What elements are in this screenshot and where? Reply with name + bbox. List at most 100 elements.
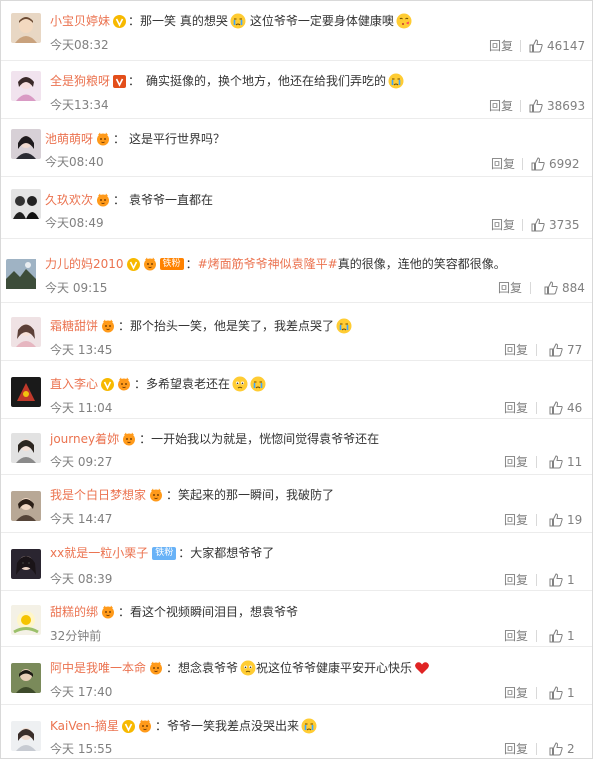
like-count: 77	[567, 343, 583, 357]
reply-button[interactable]: 回复	[504, 455, 528, 469]
comment-item: 久玖欢次 ： 袁爷爷一直都在 今天08:49 回复 3735	[1, 177, 592, 239]
like-button[interactable]: 1	[549, 573, 575, 587]
comment-time: 今天 08:39	[50, 572, 113, 586]
reply-button[interactable]: 回复	[504, 513, 528, 527]
like-button[interactable]: 884	[544, 281, 585, 295]
reply-button[interactable]: 回复	[504, 401, 528, 415]
reply-button[interactable]: 回复	[491, 218, 515, 232]
reply-button[interactable]: 回复	[504, 573, 528, 587]
reply-button[interactable]: 回复	[504, 742, 528, 756]
comment-time: 今天08:32	[50, 38, 109, 52]
avatar[interactable]	[11, 549, 41, 579]
thumbs-up-icon	[549, 513, 563, 527]
fan-level-badge-icon	[137, 719, 153, 733]
avatar[interactable]	[11, 129, 41, 159]
divider	[536, 456, 537, 468]
like-count: 19	[567, 513, 583, 527]
like-count: 2	[567, 742, 575, 756]
like-button[interactable]: 3735	[531, 218, 580, 232]
comment-time: 今天 17:40	[50, 685, 113, 699]
comment-text: 真的很像，连他的笑容都很像。	[337, 257, 506, 271]
avatar[interactable]	[11, 377, 41, 407]
crying-emoji-icon	[301, 718, 317, 734]
reply-button[interactable]: 回复	[504, 629, 528, 643]
like-count: 1	[567, 573, 575, 587]
like-button[interactable]: 19	[549, 513, 582, 527]
crying-emoji-icon	[230, 13, 246, 29]
username-link[interactable]: 甜糕的绑	[50, 604, 98, 620]
username-link[interactable]: 阿中是我唯一本命	[50, 660, 146, 676]
fan-level-badge-icon	[142, 257, 158, 271]
like-button[interactable]: 46	[549, 401, 582, 415]
username-link[interactable]: 力儿的妈2010	[45, 256, 124, 272]
comment-text: 多希望袁老还在	[146, 377, 231, 391]
comment-text: 笑起来的那一瞬间，我破防了	[178, 488, 335, 502]
avatar[interactable]	[11, 317, 41, 347]
crying-emoji-icon	[388, 73, 404, 89]
fan-level-badge-icon	[100, 319, 116, 333]
comment-text-2: 祝这位爷爷健康平安开心快乐	[256, 661, 413, 675]
avatar[interactable]	[11, 433, 41, 463]
reply-button[interactable]: 回复	[489, 39, 513, 53]
comment-text-2: 这位爷爷一定要身体健康噢	[249, 14, 394, 28]
fan-level-badge-icon	[95, 193, 111, 207]
username-link[interactable]: 小宝贝婷妹	[50, 13, 110, 29]
topic-link[interactable]: #烤面筋爷爷神似袁隆平#	[198, 256, 338, 272]
username-link[interactable]: xx就是一粒小栗子	[50, 545, 148, 561]
username-link[interactable]: 池萌萌呀	[45, 131, 93, 147]
username-link[interactable]: 我是个白日梦想家	[50, 487, 146, 503]
comment-time: 今天 09:27	[50, 455, 113, 469]
comment-item: 小宝贝婷妹 ： 那一笑 真的想哭 这位爷爷一定要身体健康噢 今天08:32 回复…	[1, 1, 592, 61]
reply-button[interactable]: 回复	[489, 99, 513, 113]
comment-text: 那一笑 真的想哭	[140, 14, 228, 28]
comment-list: 小宝贝婷妹 ： 那一笑 真的想哭 这位爷爷一定要身体健康噢 今天08:32 回复…	[0, 0, 593, 759]
avatar[interactable]	[6, 259, 38, 291]
comment-text: 大家都想爷爷了	[190, 546, 275, 560]
divider	[536, 687, 537, 699]
like-button[interactable]: 2	[549, 742, 575, 756]
like-button[interactable]: 1	[549, 686, 575, 700]
comment-item: 我是个白日梦想家 ： 笑起来的那一瞬间，我破防了 今天 14:47 回复 19	[1, 475, 592, 533]
like-count: 3735	[549, 218, 580, 232]
divider	[522, 158, 523, 170]
like-button[interactable]: 46147	[529, 39, 585, 53]
comment-item: 池萌萌呀 ： 这是平行世界吗？ 今天08:40 回复 6992	[1, 119, 592, 177]
like-button[interactable]: 6992	[531, 157, 580, 171]
thumbs-up-icon	[549, 573, 563, 587]
username-link[interactable]: 久玖欢次	[45, 192, 93, 208]
username-link[interactable]: KaiVen-摘星	[50, 718, 119, 734]
comment-time: 今天 09:15	[45, 281, 108, 295]
like-button[interactable]: 1	[549, 629, 575, 643]
reply-button[interactable]: 回复	[498, 281, 522, 295]
avatar[interactable]	[11, 605, 41, 635]
like-button[interactable]: 38693	[529, 99, 585, 113]
fan-level-badge-icon	[148, 488, 164, 502]
avatar[interactable]	[11, 13, 41, 43]
comment-text: 想念袁爷爷	[178, 661, 239, 675]
reply-button[interactable]: 回复	[491, 157, 515, 171]
like-count: 46147	[547, 39, 586, 53]
thumbs-up-icon	[529, 39, 543, 53]
avatar[interactable]	[11, 663, 41, 693]
divider	[536, 630, 537, 642]
fan-level-badge-icon	[100, 605, 116, 619]
avatar[interactable]	[11, 491, 41, 521]
reply-button[interactable]: 回复	[504, 686, 528, 700]
comment-text: 那个抬头一笑，他是笑了，我差点哭了	[130, 319, 335, 333]
like-button[interactable]: 11	[549, 455, 582, 469]
like-button[interactable]: 77	[549, 343, 582, 357]
username-link[interactable]: journey着妳	[50, 431, 119, 447]
reply-button[interactable]: 回复	[504, 343, 528, 357]
avatar[interactable]	[11, 721, 41, 751]
thumbs-up-icon	[549, 686, 563, 700]
comment-time: 今天 13:45	[50, 343, 113, 357]
fan-level-badge-icon	[95, 132, 111, 146]
avatar[interactable]	[11, 71, 41, 101]
username-link[interactable]: 直入李心	[50, 376, 98, 392]
avatar[interactable]	[11, 189, 41, 219]
username-link[interactable]: 全是狗粮呀	[50, 73, 110, 89]
comment-text: 看这个视频瞬间泪目，想袁爷爷	[130, 605, 299, 619]
username-link[interactable]: 霜糖甜饼	[50, 318, 98, 334]
thumbs-up-icon	[549, 343, 563, 357]
divider	[536, 344, 537, 356]
